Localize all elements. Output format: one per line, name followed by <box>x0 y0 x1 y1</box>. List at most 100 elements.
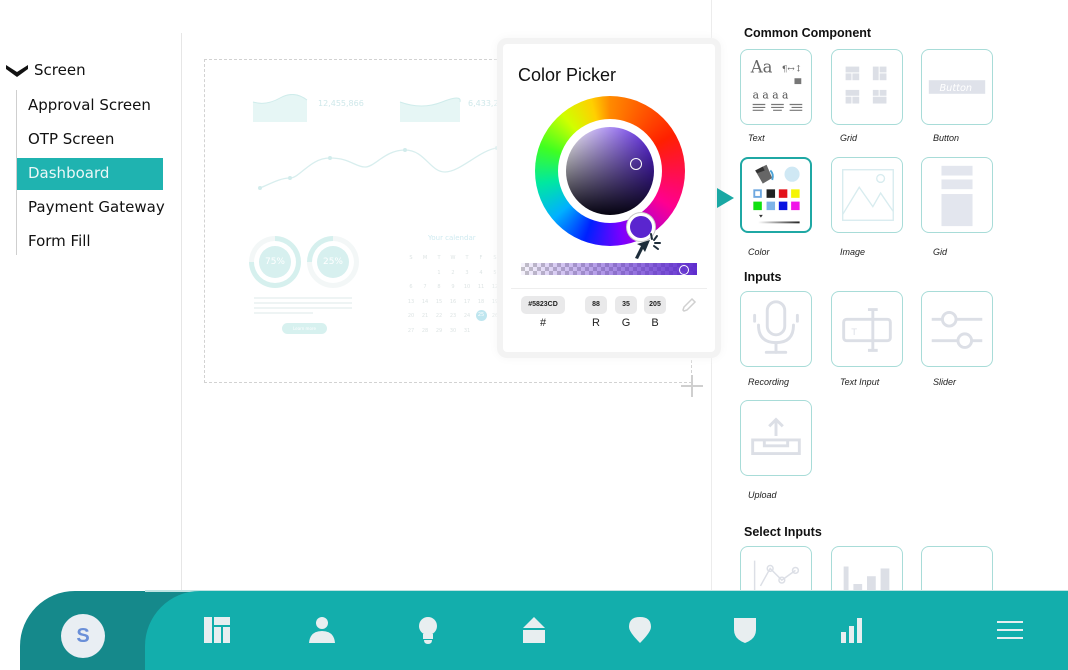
nav-menu[interactable] <box>994 614 1026 646</box>
tree-root-label: Screen <box>34 61 86 79</box>
calendar-day: 10 <box>463 284 471 290</box>
donut-chart-1: 75% <box>249 236 301 288</box>
component-label-slider: Slider <box>933 377 957 387</box>
calendar-day: 20 <box>407 313 415 319</box>
stat-sparklines <box>252 94 461 122</box>
bulb-icon <box>419 617 437 644</box>
text-format-icon: Aa ¶↔↕ a a a a <box>750 57 803 111</box>
sv-handle[interactable] <box>630 158 642 170</box>
calendar-weekday: S <box>493 255 497 261</box>
calendar-empty <box>418 266 432 281</box>
add-icon[interactable] <box>681 375 703 397</box>
image-icon <box>842 169 894 221</box>
calendar-grid: S M T W T F S 1 2 3 4 5 6 7 8 9 10 11 12 13 14 15 16 17 18 19 20 21… <box>404 251 504 338</box>
divider-left <box>181 33 182 593</box>
calendar-weekday: W <box>450 255 456 261</box>
calendar-day: 17 <box>463 298 471 305</box>
menu-icon <box>997 621 1023 639</box>
microphone-icon <box>753 300 799 354</box>
pointer-cursor-icon <box>635 233 661 259</box>
component-label-upload: Upload <box>748 490 777 500</box>
avatar[interactable]: S <box>61 614 105 658</box>
tree-children: Approval Screen OTP Screen Dashboard Pay… <box>16 90 166 255</box>
eyedropper-icon[interactable] <box>681 297 697 313</box>
component-upload[interactable] <box>740 400 812 476</box>
tree-item-payment-gateway[interactable]: Payment Gateway <box>17 192 166 224</box>
calendar-weekday: M <box>422 255 428 261</box>
calendar-day: 2 <box>451 269 455 276</box>
calendar-day: 7 <box>423 284 427 290</box>
calendar-day: 28 <box>421 327 429 334</box>
hex-input[interactable]: #5823CD <box>521 296 565 314</box>
components-panel: Common Component Aa ¶↔↕ a a a a Text Gri… <box>712 0 1068 622</box>
calendar-day: 3 <box>465 269 469 276</box>
button-icon: Button <box>928 80 986 94</box>
calendar-day: 15 <box>435 298 443 305</box>
nav-ideas[interactable] <box>412 614 444 646</box>
svg-text:Button: Button <box>940 83 973 94</box>
nav-home[interactable] <box>518 614 550 646</box>
hex-label: # <box>539 317 547 329</box>
component-button[interactable]: Button <box>921 49 993 125</box>
svg-text:Aa: Aa <box>750 57 773 76</box>
calendar-weekday: F <box>479 255 483 261</box>
tree-item-approval-screen[interactable]: Approval Screen <box>17 90 166 122</box>
canvas-paragraph-placeholder <box>254 297 352 317</box>
hue-wheel[interactable] <box>535 96 685 246</box>
grid-icon <box>845 66 887 104</box>
component-label-gid: Gid <box>933 247 948 257</box>
calendar-day: 12 <box>491 284 499 290</box>
nav-analytics[interactable] <box>835 614 867 646</box>
donut-2-value: 25% <box>317 246 349 278</box>
nav-bar <box>145 591 1068 670</box>
red-label: R <box>592 317 600 329</box>
tree-root-screen[interactable]: Screen <box>0 56 180 84</box>
nav-dashboard[interactable] <box>201 614 233 646</box>
chart-point <box>495 146 499 150</box>
chart-point <box>328 156 332 160</box>
calendar-title: Your calendar <box>428 234 476 242</box>
calendar-day: 21 <box>421 313 429 319</box>
donut-chart-2: 25% <box>307 236 359 288</box>
component-label-text: Text <box>748 133 765 143</box>
component-label-button: Button <box>933 133 960 143</box>
calendar-day: 23 <box>449 313 457 319</box>
svg-text:¶↔↕: ¶↔↕ <box>782 64 802 74</box>
red-input[interactable]: 88 <box>585 296 607 314</box>
calendar-day: 30 <box>449 327 457 334</box>
component-text[interactable]: Aa ¶↔↕ a a a a <box>740 49 812 125</box>
nav-user[interactable] <box>306 614 338 646</box>
component-grid[interactable] <box>831 49 903 125</box>
component-gid[interactable] <box>921 157 993 233</box>
blue-input[interactable]: 205 <box>644 296 666 314</box>
component-slider[interactable] <box>921 291 993 367</box>
stat-value-1: 12,455,866 <box>318 99 364 108</box>
chart-point <box>258 186 262 190</box>
component-recording[interactable] <box>740 291 812 367</box>
user-icon <box>309 617 335 643</box>
component-text-input[interactable]: T <box>831 291 903 367</box>
component-label-grid: Grid <box>840 133 858 143</box>
selected-indicator-arrow <box>717 188 734 208</box>
nav-location[interactable] <box>624 614 656 646</box>
alpha-slider[interactable] <box>521 263 697 275</box>
calendar-day: 16 <box>449 298 457 305</box>
alpha-handle[interactable] <box>679 265 689 275</box>
calendar-day: 19 <box>491 298 499 305</box>
app-root: Screen Approval Screen OTP Screen Dashbo… <box>0 0 1068 670</box>
calendar-day: 6 <box>409 284 413 290</box>
upload-icon <box>751 417 801 456</box>
component-image[interactable] <box>831 157 903 233</box>
component-label-color: Color <box>748 247 770 257</box>
calendar-day: 22 <box>435 313 443 319</box>
shield-icon <box>734 618 756 643</box>
tree-item-otp-screen[interactable]: OTP Screen <box>17 124 166 156</box>
nav-security[interactable] <box>729 614 761 646</box>
tree-item-dashboard[interactable]: Dashboard <box>17 158 163 190</box>
component-color[interactable] <box>740 157 812 233</box>
green-input[interactable]: 35 <box>615 296 637 314</box>
tree-item-form-fill[interactable]: Form Fill <box>17 226 166 258</box>
chart-point <box>288 176 292 180</box>
canvas-learn-more-button: Learn more <box>282 323 327 334</box>
saturation-value-area[interactable] <box>566 127 654 215</box>
